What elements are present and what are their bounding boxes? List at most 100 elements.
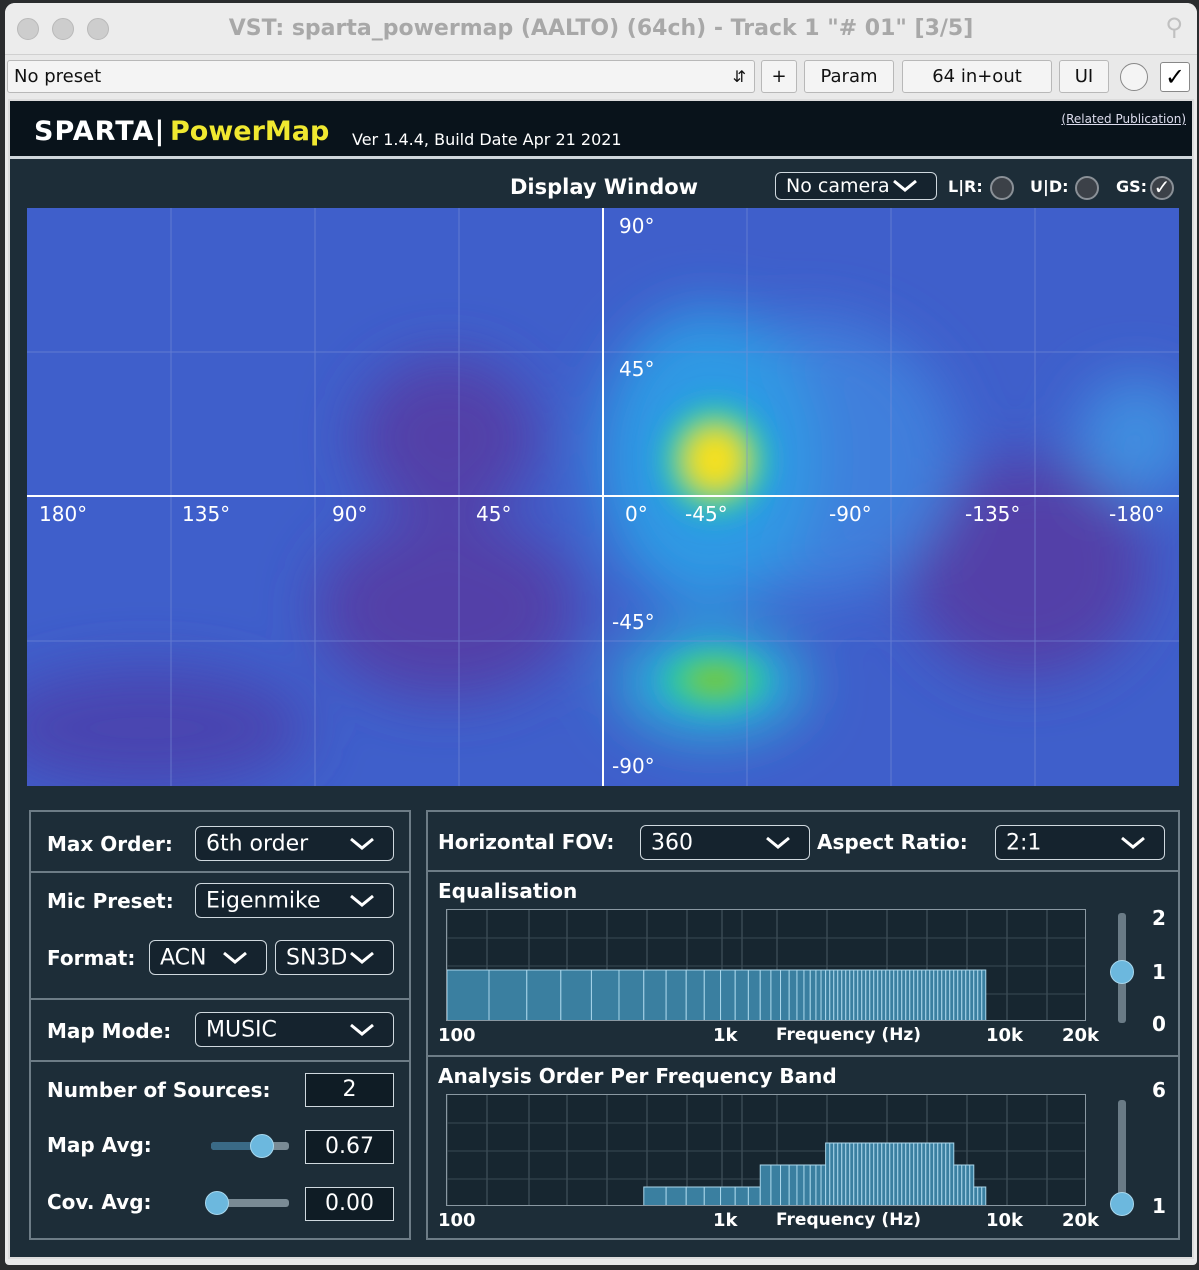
eq-band-bar — [809, 969, 817, 1020]
ao-band-bar — [909, 1142, 915, 1205]
mic-preset-label: Mic Preset: — [47, 889, 174, 913]
ao-band-bar — [780, 1164, 790, 1205]
azimuth-label: -180° — [1109, 502, 1165, 526]
eq-band-bar — [526, 969, 562, 1020]
ao-band-bar — [945, 1142, 951, 1205]
mic-preset-select[interactable]: Eigenmike — [195, 883, 394, 918]
ao-tick-label: 20k — [1062, 1210, 1100, 1231]
max-order-label: Max Order: — [47, 832, 173, 856]
mix-knob[interactable] — [1120, 63, 1148, 91]
plugin-header: SPARTA| PowerMap Ver 1.4.4, Build Date A… — [10, 101, 1192, 159]
map-avg-slider-thumb[interactable] — [250, 1134, 274, 1158]
ao-order-slider-thumb[interactable] — [1110, 1192, 1134, 1216]
eq-tick-label: 20k — [1062, 1025, 1100, 1046]
power-map-display: 180° 135° 90° 45° 0° -45° -90° -135° -18… — [27, 208, 1179, 786]
ao-scale-label: 6 — [1152, 1078, 1166, 1102]
pin-icon[interactable]: ⚲ — [1165, 13, 1183, 41]
updown-icon: ⇵ — [732, 67, 746, 86]
chevron-down-icon — [893, 179, 917, 192]
eq-band-bar — [857, 969, 863, 1020]
ao-band-bar — [905, 1142, 911, 1205]
ao-band-bar — [788, 1164, 798, 1205]
ao-band-bar — [865, 1142, 871, 1205]
lr-label: L|R: — [948, 177, 983, 196]
analysis-order-graph[interactable] — [446, 1094, 1086, 1206]
divider — [31, 871, 409, 873]
mic-preset-value: Eigenmike — [206, 888, 321, 913]
eq-level-slider-thumb[interactable] — [1110, 960, 1134, 984]
eq-band-bar — [618, 969, 645, 1020]
ao-tick-label: 1k — [713, 1210, 738, 1231]
divider — [31, 998, 409, 1000]
eq-tick-label: 1k — [713, 1025, 738, 1046]
elevation-label: -45° — [612, 610, 655, 634]
camera-select[interactable]: No camera — [775, 172, 937, 200]
ud-flip-toggle[interactable] — [1075, 176, 1099, 200]
azimuth-label: -90° — [829, 502, 872, 526]
horizontal-fov-label: Horizontal FOV: — [438, 830, 615, 854]
ao-band-bar — [973, 1186, 979, 1205]
cov-avg-slider-thumb[interactable] — [205, 1191, 229, 1215]
normalisation-value: SN3D — [286, 945, 348, 970]
eq-band-bar — [796, 969, 805, 1020]
cov-avg-input[interactable]: 0.00 — [305, 1187, 394, 1221]
io-button[interactable]: 64 in+out — [902, 60, 1052, 93]
ao-band-bar — [873, 1142, 879, 1205]
channel-order-select[interactable]: ACN — [149, 940, 267, 975]
eq-band-bar — [957, 969, 963, 1020]
window-title: VST: sparta_powermap (AALTO) (64ch) - Tr… — [228, 16, 974, 41]
related-publication-link[interactable]: (Related Publication) — [1061, 112, 1186, 126]
number-of-sources-input[interactable]: 2 — [305, 1073, 394, 1107]
ao-band-bar — [961, 1164, 967, 1205]
eq-band-bar — [780, 969, 790, 1020]
max-order-select[interactable]: 6th order — [195, 826, 394, 861]
eq-band-bar — [590, 969, 620, 1020]
eq-band-bar — [853, 969, 859, 1020]
preset-select[interactable]: No preset ⇵ — [7, 60, 755, 93]
param-button[interactable]: Param — [804, 60, 894, 93]
equalisation-graph[interactable] — [446, 909, 1086, 1021]
ao-band-bar — [829, 1142, 835, 1205]
ao-band-bar — [937, 1142, 943, 1205]
map-avg-label: Map Avg: — [47, 1133, 152, 1157]
eq-tick-label: 100 — [438, 1025, 476, 1046]
eq-band-bar — [747, 969, 761, 1020]
preset-value: No preset — [14, 66, 102, 87]
brand-logo: SPARTA| — [34, 116, 166, 147]
eq-band-bar — [961, 969, 967, 1020]
eq-band-bar — [837, 969, 843, 1020]
number-of-sources-label: Number of Sources: — [47, 1078, 271, 1102]
ao-band-bar — [869, 1142, 875, 1205]
max-order-value: 6th order — [206, 831, 309, 856]
map-mode-select[interactable]: MUSIC — [195, 1012, 394, 1047]
eq-band-bar — [925, 969, 931, 1020]
aspect-ratio-select[interactable]: 2:1 — [995, 825, 1165, 860]
azimuth-label: 180° — [39, 502, 88, 526]
ao-band-bar — [901, 1142, 907, 1205]
horizontal-fov-select[interactable]: 360 — [640, 825, 810, 860]
display-window-title: Display Window — [510, 175, 699, 199]
add-preset-button[interactable]: + — [761, 60, 797, 93]
eq-band-bar — [937, 969, 943, 1020]
lr-flip-toggle[interactable] — [990, 176, 1014, 200]
greyscale-toggle[interactable]: ✓ — [1150, 176, 1174, 200]
eq-tick-label: 10k — [986, 1025, 1024, 1046]
version-text: Ver 1.4.4, Build Date Apr 21 2021 — [352, 130, 622, 149]
map-avg-input[interactable]: 0.67 — [305, 1130, 394, 1164]
aspect-ratio-label: Aspect Ratio: — [817, 830, 968, 854]
ao-band-bar — [825, 1142, 831, 1205]
ao-band-bar — [770, 1164, 782, 1205]
elevation-label: -90° — [612, 754, 655, 778]
eq-band-bar — [969, 969, 975, 1020]
ao-band-bar — [925, 1142, 931, 1205]
elevation-label: 90° — [619, 214, 655, 238]
divider — [428, 870, 1178, 872]
ao-band-bar — [747, 1186, 761, 1205]
ao-band-bar — [885, 1142, 891, 1205]
bypass-checkbox[interactable]: ✓ — [1160, 62, 1190, 92]
divider — [428, 1055, 1178, 1057]
eq-band-bar — [720, 969, 736, 1020]
eq-band-bar — [685, 969, 705, 1020]
ui-button[interactable]: UI — [1059, 60, 1109, 93]
normalisation-select[interactable]: SN3D — [275, 940, 394, 975]
